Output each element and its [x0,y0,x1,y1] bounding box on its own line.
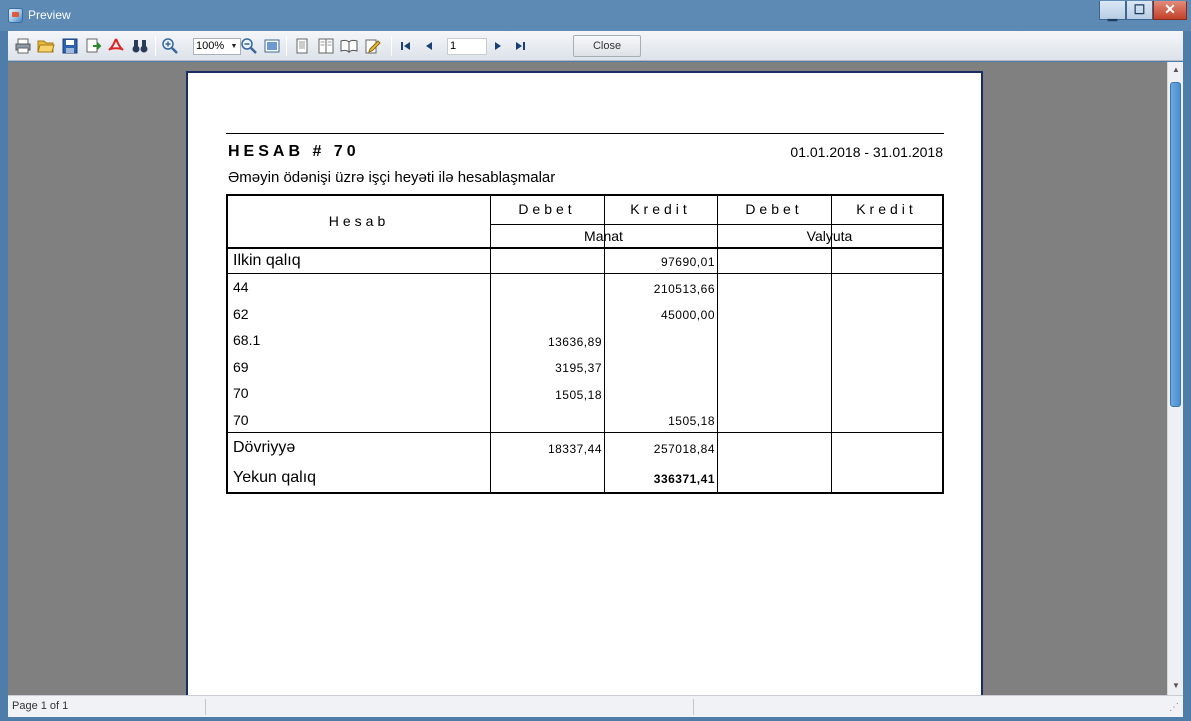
header-credit-manat: Kredit [630,201,691,217]
binoculars-icon [132,40,148,53]
window-close-button[interactable]: ✕ [1153,1,1187,20]
ledger-table: Hesab Debet Kredit Debet Kredit Manat Va… [226,194,944,494]
row-debit: 3195,37 [555,361,602,375]
scroll-up-icon[interactable]: ▲ [1168,62,1184,78]
next-page-icon [495,42,501,50]
row-credit: 210513,66 [653,282,715,296]
row-account: 68.1 [233,332,261,348]
row-account: 69 [233,359,249,375]
row-account: 62 [233,306,249,322]
zoom-in-button[interactable] [161,37,179,55]
first-page-button[interactable] [397,37,415,55]
find-button[interactable] [131,37,149,55]
zoom-value: 100% [196,40,225,52]
title-bar: Preview ▁ ☐ ✕ [0,0,1191,31]
header-account: Hesab [328,213,390,229]
report-page: HESAB # 70 01.01.2018 - 31.01.2018 Əməyi… [186,71,983,695]
report-title: HESAB # 70 [228,143,360,160]
last-page-icon [516,42,525,50]
save-icon [62,38,78,54]
whole-page-button[interactable] [263,37,281,55]
status-separator [693,699,694,715]
header-debit-manat: Debet [518,201,576,217]
page-number-input[interactable]: 1 [447,38,487,55]
preview-area[interactable]: HESAB # 70 01.01.2018 - 31.01.2018 Əməyi… [8,62,1167,695]
pdf-icon [108,38,124,51]
edit-button[interactable] [363,37,381,55]
multi-page-icon [318,38,334,54]
window-title: Preview [28,8,71,22]
closing-balance-label: Yekun qalıq [233,469,317,486]
open-button[interactable] [37,37,55,55]
previous-page-icon [426,42,432,50]
app-icon [8,8,23,23]
zoom-out-button[interactable] [240,37,258,55]
turnover-debit: 18337,44 [547,442,602,456]
export-button[interactable] [84,37,102,55]
toolbar-separator [286,36,287,56]
row-divider [228,273,942,274]
scroll-down-icon[interactable]: ▼ [1168,678,1184,694]
last-page-button[interactable] [511,37,529,55]
report-period: 01.01.2018 - 31.01.2018 [790,144,943,160]
turnover-label: Dövriyyə [233,439,296,456]
vertical-scrollbar[interactable]: ▲ ▼ [1167,62,1183,695]
chevron-down-icon: ▼ [230,43,238,50]
edit-icon [365,39,381,54]
header-valyuta: Valyuta [806,228,853,244]
report-subtitle: Əməyin ödənişi üzrə işçi heyəti ilə hesa… [228,169,556,186]
printer-icon [15,38,31,54]
row-credit: 1505,18 [668,414,715,428]
folder-open-icon [37,40,55,53]
close-icon: ✕ [1164,1,1176,17]
next-page-button[interactable] [489,37,507,55]
toolbar-separator [155,36,156,56]
resize-grip-icon[interactable]: ⋰ [1169,702,1181,714]
header-credit-valyuta: Kredit [856,201,917,217]
single-page-icon [296,38,308,54]
header-manat: Manat [584,228,623,244]
minimize-button[interactable]: ▁ [1099,1,1126,21]
zoom-out-icon [241,38,257,54]
zoom-select[interactable]: 100% ▼ [193,38,241,55]
zoom-in-icon [162,38,178,54]
maximize-button[interactable]: ☐ [1126,1,1153,20]
row-account: 70 [233,412,249,428]
save-button[interactable] [61,37,79,55]
header-divider [490,224,942,225]
opening-balance-credit: 97690,01 [660,255,715,269]
opening-balance-label: Ilkin qalıq [233,252,301,269]
header-debit-valyuta: Debet [745,201,803,217]
maximize-icon: ☐ [1133,2,1146,17]
row-debit: 1505,18 [555,388,602,402]
toolbar: 100% ▼ 1 Close [8,31,1183,61]
print-button[interactable] [14,37,32,55]
row-account: 44 [233,279,249,295]
multi-page-button[interactable] [317,37,335,55]
whole-page-icon [264,39,280,53]
book-icon [340,39,358,54]
previous-page-button[interactable] [420,37,438,55]
row-account: 70 [233,385,249,401]
export-pdf-button[interactable] [107,37,125,55]
page-info: Page 1 of 1 [12,700,69,712]
row-divider [228,432,942,433]
header-rule [226,133,944,134]
closing-balance-credit: 336371,41 [653,472,715,486]
book-view-button[interactable] [340,37,358,55]
minimize-icon: ▁ [1107,7,1118,21]
status-bar: Page 1 of 1 ⋰ [8,695,1183,717]
export-icon [86,38,102,53]
close-button[interactable]: Close [573,35,641,57]
status-separator [205,699,206,715]
row-debit: 13636,89 [547,335,602,349]
header-bottom-line [228,247,942,249]
first-page-icon [401,42,410,50]
row-credit: 45000,00 [660,308,715,322]
scroll-thumb[interactable] [1170,82,1181,407]
toolbar-separator [391,36,392,56]
single-page-button[interactable] [293,37,311,55]
turnover-credit: 257018,84 [653,442,715,456]
